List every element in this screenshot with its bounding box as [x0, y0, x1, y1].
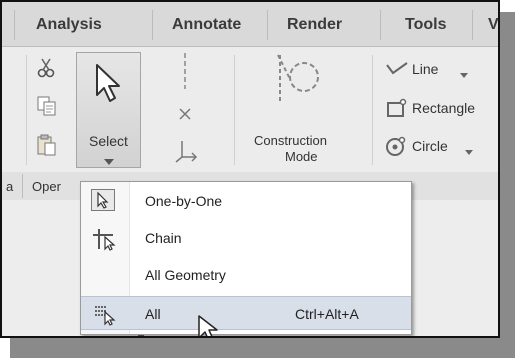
group-label-partial: a: [6, 179, 14, 194]
group-label-operations: Oper: [32, 179, 61, 194]
tab-separator: [380, 10, 381, 40]
coordinate-system-icon[interactable]: [174, 139, 198, 168]
select-label: Select: [89, 133, 128, 149]
menu-item-label: One-by-One: [145, 193, 223, 209]
group-separator: [234, 55, 235, 165]
select-dropdown-menu: One-by-One Chain All Geometry All Ctrl+A…: [80, 181, 412, 335]
ribbon-tab-bar: Analysis Annotate Render Tools V: [2, 2, 498, 47]
group-separator: [22, 174, 23, 198]
menu-item-shortcut: Ctrl+Alt+A: [295, 306, 359, 322]
construction-mode-icon[interactable]: [274, 53, 324, 112]
chain-select-icon: [91, 227, 119, 256]
line-button[interactable]: Line: [412, 61, 438, 77]
menu-item-all-geometry[interactable]: All Geometry: [81, 258, 411, 292]
chevron-down-icon[interactable]: [459, 66, 469, 84]
tab-tools[interactable]: Tools: [405, 16, 446, 34]
menu-item-chain[interactable]: Chain: [81, 221, 411, 255]
menu-item-label: All Geometry: [145, 267, 226, 283]
mouse-cursor-icon: [196, 314, 222, 336]
centerline-icon[interactable]: [180, 53, 190, 94]
group-separator: [372, 55, 373, 165]
rectangle-icon: [385, 97, 407, 124]
tab-analysis[interactable]: Analysis: [36, 16, 102, 34]
tab-separator: [472, 10, 473, 40]
copy-icon[interactable]: [36, 95, 58, 122]
point-icon[interactable]: [176, 105, 194, 128]
select-button[interactable]: Select: [76, 52, 141, 168]
tab-separator: [267, 10, 268, 40]
line-icon: [385, 61, 409, 80]
chevron-down-icon[interactable]: [464, 143, 474, 161]
tab-separator: [152, 10, 153, 40]
tab-view-partial[interactable]: V: [488, 16, 498, 34]
menu-item-label: All: [145, 306, 161, 322]
pointer-icon: [91, 189, 115, 211]
menu-item-all[interactable]: All Ctrl+Alt+A: [81, 296, 411, 330]
ribbon-panel: Select Construction Mode Line Rectangle …: [2, 47, 498, 173]
chevron-down-icon: [103, 153, 115, 171]
circle-icon: [385, 135, 407, 162]
arrow-cursor-icon: [91, 61, 127, 110]
cut-icon[interactable]: [36, 57, 56, 84]
menu-item-one-by-one[interactable]: One-by-One: [81, 184, 411, 218]
rectangle-button[interactable]: Rectangle: [412, 100, 475, 116]
tab-render[interactable]: Render: [287, 16, 342, 34]
paste-icon[interactable]: [36, 133, 58, 162]
tab-annotate[interactable]: Annotate: [172, 16, 241, 34]
group-separator: [26, 55, 27, 165]
construction-mode-label-2: Mode: [285, 149, 318, 164]
screenshot-frame: Analysis Annotate Render Tools V Select: [0, 0, 500, 338]
tab-separator: [14, 10, 15, 40]
construction-mode-label: Construction: [254, 133, 327, 148]
select-all-icon: [93, 304, 117, 331]
circle-button[interactable]: Circle: [412, 138, 448, 154]
menu-item-label: Chain: [145, 230, 182, 246]
